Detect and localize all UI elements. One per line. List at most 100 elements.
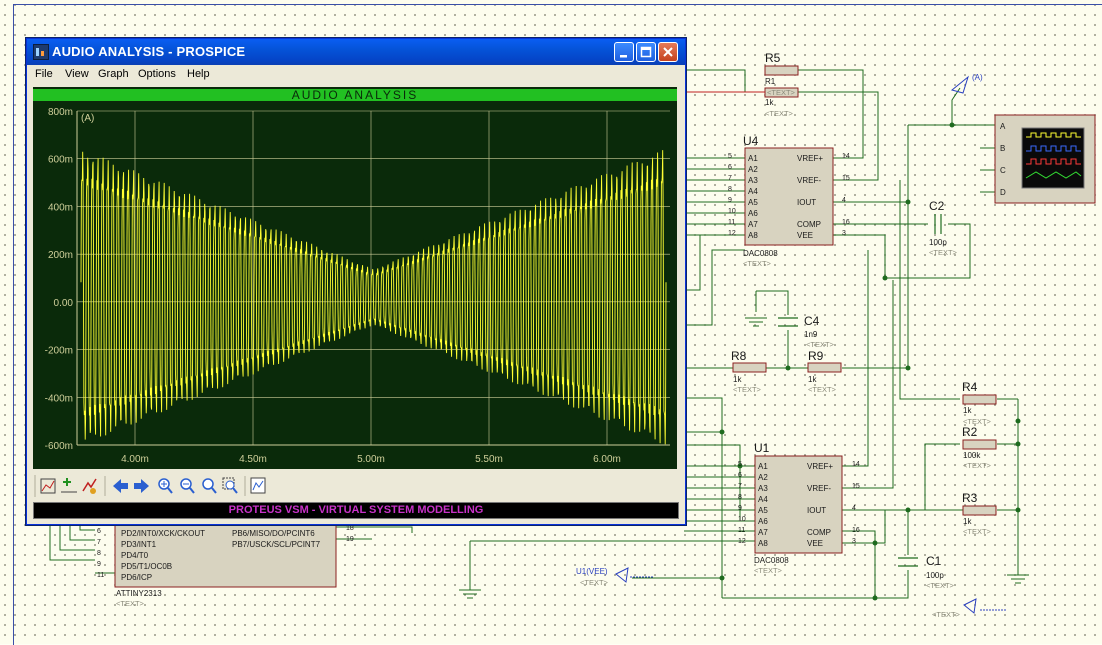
u4-pin-a2: A2 bbox=[748, 165, 758, 174]
u1-label: U1 bbox=[754, 441, 770, 455]
u1-pin-a8: A8 bbox=[758, 539, 768, 548]
u4-pin-comp: COMP bbox=[797, 220, 821, 229]
audio-analysis-window[interactable]: AUDIO ANALYSIS - PROSPICE File View Grap… bbox=[26, 38, 686, 525]
u1-pin-num: 9 bbox=[738, 505, 742, 512]
u1-pin-num: 14 bbox=[852, 461, 860, 468]
r3-text: <TEXT> bbox=[963, 527, 992, 536]
r2-label: R2 bbox=[962, 425, 978, 439]
menu-view[interactable]: View bbox=[65, 68, 89, 80]
u1-pin-num: 10 bbox=[738, 516, 746, 523]
u4-pin-num: 14 bbox=[842, 153, 850, 160]
y-tick-label: 200m bbox=[48, 250, 73, 261]
status-bar: PROTEUS VSM - VIRTUAL SYSTEM MODELLING bbox=[33, 502, 679, 519]
u4-pin-num: 7 bbox=[728, 175, 732, 182]
audio-analysis-graph[interactable]: AUDIO ANALYSIS 800m 600m 400m 200m 0.00 -200m -… bbox=[33, 87, 677, 469]
zoom-all-icon bbox=[202, 478, 217, 494]
x-tick-label: 5.00m bbox=[357, 454, 385, 465]
u1-pin-a7: A7 bbox=[758, 528, 768, 537]
mcu-text: <TEXT> bbox=[116, 599, 145, 608]
u1-text: <TEXT> bbox=[754, 566, 783, 575]
menu-options[interactable]: Options bbox=[138, 68, 176, 80]
close-button[interactable] bbox=[658, 42, 678, 62]
zoom-area-icon bbox=[222, 477, 238, 494]
r5-label: R5 bbox=[765, 51, 781, 65]
graph-icon bbox=[40, 478, 56, 494]
u1-pin-num: 11 bbox=[738, 527, 745, 534]
mcu-pin-num: 19 bbox=[346, 536, 354, 543]
x-tick-label: 6.00m bbox=[593, 454, 621, 465]
c1-value: 100p bbox=[926, 571, 944, 580]
u4-pin-num: 15 bbox=[842, 175, 850, 182]
y-tick-label: -600m bbox=[45, 441, 73, 452]
zoom-in-icon bbox=[158, 478, 173, 494]
u1-pin-a3: A3 bbox=[758, 484, 768, 493]
scope-ch-d: D bbox=[1000, 188, 1006, 197]
u4-pin-num: 5 bbox=[728, 153, 732, 160]
u1-pin-vref: VREF- bbox=[807, 484, 831, 493]
scope-ch-a: A bbox=[1000, 122, 1006, 131]
r2-text: <TEXT> bbox=[963, 461, 992, 470]
r5-value: 1k bbox=[765, 98, 774, 107]
mcu-pin-label: PB6/MISO/DO/PCINT6 bbox=[232, 529, 315, 538]
u1-pin-num: 12 bbox=[738, 538, 746, 545]
u1-pin-num: 15 bbox=[852, 483, 860, 490]
r8-label: R8 bbox=[731, 349, 747, 363]
u4-pin-a8: A8 bbox=[748, 231, 758, 240]
r3-label: R3 bbox=[962, 491, 978, 505]
u1-pin-a1: A1 bbox=[758, 462, 768, 471]
maximize-icon bbox=[640, 46, 652, 58]
c1-text: <TEXT> bbox=[926, 581, 955, 590]
c4-value: 1n9 bbox=[804, 330, 818, 339]
u1-pin-num: 5 bbox=[738, 461, 742, 468]
menu-graph[interactable]: Graph bbox=[98, 68, 129, 80]
y-tick-label: -400m bbox=[45, 393, 73, 404]
u4-pin-a4: A4 bbox=[748, 187, 758, 196]
u4-pin-a7: A7 bbox=[748, 220, 758, 229]
probe-u1-text: <TEXT> bbox=[580, 578, 609, 587]
mcu-pin-label: PD4/T0 bbox=[121, 551, 149, 560]
mcu-pin-label: PD5/T1/OC0B bbox=[121, 562, 172, 571]
prospice-app-icon bbox=[33, 44, 49, 60]
u4-label: U4 bbox=[743, 134, 759, 148]
arrow-right-icon bbox=[134, 479, 149, 493]
r4-label: R4 bbox=[962, 380, 978, 394]
probe-a-label: (A) bbox=[972, 73, 983, 82]
mcu-pin-num: 8 bbox=[97, 550, 101, 557]
x-tick-label: 5.50m bbox=[475, 454, 503, 465]
u4-pin-iout: IOUT bbox=[797, 198, 816, 207]
u4-pin-vee: VEE bbox=[797, 231, 813, 240]
status-text: PROTEUS VSM - VIRTUAL SYSTEM MODELLING bbox=[228, 504, 484, 516]
window-titlebar[interactable]: AUDIO ANALYSIS - PROSPICE bbox=[27, 39, 685, 65]
c2-value: 100p bbox=[929, 238, 947, 247]
window-title: AUDIO ANALYSIS - PROSPICE bbox=[52, 44, 246, 59]
u4-pin-a5: A5 bbox=[748, 198, 758, 207]
mcu-pin-label: PD6/ICP bbox=[121, 573, 152, 582]
u1-part: DAC0808 bbox=[754, 556, 789, 565]
close-icon bbox=[663, 47, 673, 57]
u4-pin-num: 9 bbox=[728, 197, 732, 204]
minimize-button[interactable] bbox=[614, 42, 634, 62]
r8-value: 1k bbox=[733, 375, 742, 384]
add-trace-icon bbox=[61, 478, 77, 493]
u4-pin-num: 10 bbox=[728, 208, 736, 215]
menu-file[interactable]: File bbox=[35, 68, 53, 80]
u4-pin-a3: A3 bbox=[748, 176, 758, 185]
u4-pin-a6: A6 bbox=[748, 209, 758, 218]
u1-pin-num: 7 bbox=[738, 483, 742, 490]
r9-label: R9 bbox=[808, 349, 824, 363]
mcu-pin-label: PD2/INT0/XCK/CKOUT bbox=[121, 529, 205, 538]
u4-pin-vref: VREF- bbox=[797, 176, 821, 185]
menu-help[interactable]: Help bbox=[187, 68, 210, 80]
graph-plot[interactable]: AUDIO ANALYSIS 800m 600m 400m 200m 0.00 -200m -… bbox=[33, 87, 677, 469]
u1-pin-num: 3 bbox=[852, 538, 856, 545]
u1-pin-num: 6 bbox=[738, 472, 742, 479]
u1-pin-num: 8 bbox=[738, 494, 742, 501]
u1-pin-iout: IOUT bbox=[807, 506, 826, 515]
maximize-button[interactable] bbox=[636, 42, 656, 62]
u1-pin-vref: VREF+ bbox=[807, 462, 833, 471]
zoom-out-icon bbox=[180, 478, 195, 494]
scope-ch-b: B bbox=[1000, 144, 1005, 153]
probe-text-2: <TEXT> bbox=[932, 610, 961, 619]
y-tick-label: -200m bbox=[45, 346, 73, 357]
c4-label: C4 bbox=[804, 314, 820, 328]
